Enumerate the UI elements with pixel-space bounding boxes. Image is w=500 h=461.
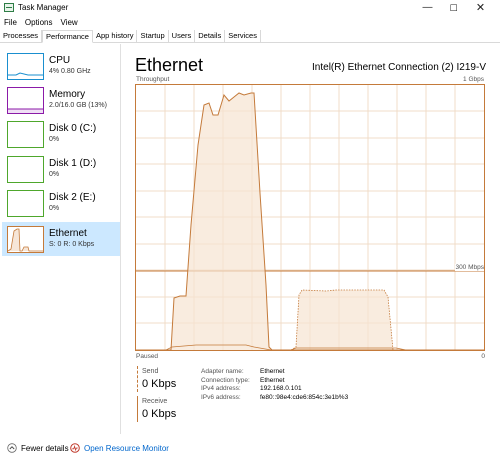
- sidebar-item-label: CPU: [49, 55, 71, 66]
- sidebar-item-detail: 4% 0.80 GHz: [49, 68, 91, 75]
- detail-value: fe80::98e4:cde6:854c:3e1b%3: [260, 393, 349, 401]
- zero-label: 0: [481, 353, 485, 360]
- adapter-model: Intel(R) Ethernet Connection (2) I219-V: [312, 62, 486, 73]
- task-manager-icon: [4, 3, 14, 12]
- tab-details[interactable]: Details: [195, 30, 226, 43]
- menu-bar: File Options View: [0, 17, 82, 29]
- sidebar-item-detail: 0%: [49, 171, 60, 178]
- fewer-details-label: Fewer details: [21, 443, 69, 453]
- tab-performance[interactable]: Performance: [42, 30, 93, 43]
- disk-1-thumbnail-graph: [7, 156, 44, 183]
- sidebar-item-memory[interactable]: Memory 2.0/16.0 GB (13%): [2, 83, 120, 117]
- detail-row: IPv4 address: 192.168.0.101: [201, 385, 348, 394]
- resource-monitor-icon: [70, 443, 80, 453]
- max-scale-label: 1 Gbps: [463, 76, 484, 83]
- sidebar-item-label: Ethernet: [49, 228, 87, 239]
- memory-thumbnail-graph: [7, 87, 44, 114]
- throughput-graph-svg: [136, 85, 484, 351]
- sidebar-item-detail: 0%: [49, 136, 60, 143]
- ethernet-thumbnail-graph: [7, 226, 44, 253]
- sidebar-item-label: Disk 1 (D:): [49, 158, 97, 169]
- sidebar-item-disk-2[interactable]: Disk 2 (E:) 0%: [2, 186, 120, 220]
- detail-label: IPv4 address:: [201, 385, 241, 393]
- sidebar-item-detail: 0%: [49, 205, 60, 212]
- receive-value: 0 Kbps: [142, 408, 177, 420]
- close-button[interactable]: ✕: [469, 0, 492, 17]
- detail-label: IPv6 address:: [201, 393, 241, 401]
- maximize-button[interactable]: ☐: [442, 0, 465, 17]
- receive-label: Receive: [142, 398, 168, 405]
- window-title: Task Manager: [18, 3, 69, 12]
- receive-stat: Receive 0 Kbps: [137, 396, 197, 424]
- menu-view[interactable]: View: [56, 17, 81, 29]
- send-stat: Send 0 Kbps: [137, 366, 197, 394]
- tab-bar: Processes Performance App history Startu…: [0, 30, 500, 43]
- sidebar-item-label: Disk 2 (E:): [49, 192, 96, 203]
- detail-row: Connection type: Ethernet: [201, 377, 348, 386]
- sidebar-item-cpu[interactable]: CPU 4% 0.80 GHz: [2, 49, 120, 83]
- title-bar: Task Manager — ☐ ✕: [0, 0, 500, 17]
- detail-value: Ethernet: [260, 376, 285, 384]
- sidebar-item-disk-1[interactable]: Disk 1 (D:) 0%: [2, 152, 120, 186]
- throughput-axis-label: Throughput: [136, 76, 170, 83]
- detail-row: Adapter name: Ethernet: [201, 368, 348, 377]
- fewer-details-button[interactable]: Fewer details: [7, 443, 69, 453]
- disk-2-thumbnail-graph: [7, 190, 44, 217]
- footer: Fewer details Open Resource Monitor: [0, 440, 500, 461]
- send-value: 0 Kbps: [142, 378, 177, 390]
- disk-0-thumbnail-graph: [7, 121, 44, 148]
- detail-value: 192.168.0.101: [260, 385, 302, 393]
- page-title: Ethernet: [135, 55, 204, 75]
- open-resource-monitor-link[interactable]: Open Resource Monitor: [70, 443, 169, 453]
- tab-app-history[interactable]: App history: [93, 30, 138, 43]
- throughput-graph: [135, 84, 485, 351]
- minimize-button[interactable]: —: [416, 0, 439, 17]
- menu-file[interactable]: File: [0, 17, 21, 29]
- adapter-details: Adapter name: Ethernet Connection type: …: [201, 368, 348, 402]
- open-resource-monitor-label: Open Resource Monitor: [84, 443, 169, 453]
- tab-processes[interactable]: Processes: [0, 30, 43, 43]
- receive-indicator: [137, 396, 138, 422]
- sidebar-item-label: Memory: [49, 89, 86, 100]
- tab-startup[interactable]: Startup: [137, 30, 169, 43]
- resource-sidebar: CPU 4% 0.80 GHz Memory 2.0/16.0 GB (13%)…: [0, 44, 121, 434]
- sidebar-item-disk-0[interactable]: Disk 0 (C:) 0%: [2, 117, 120, 151]
- sidebar-item-detail: S: 0 R: 0 Kbps: [49, 241, 95, 248]
- tab-users[interactable]: Users: [169, 30, 196, 43]
- mid-scale-label: 300 Mbps: [455, 264, 484, 271]
- detail-label: Connection type:: [201, 376, 250, 384]
- detail-value: Ethernet: [260, 368, 285, 375]
- paused-label: Paused: [136, 353, 159, 360]
- send-indicator: [137, 366, 138, 392]
- cpu-thumbnail-graph: [7, 53, 44, 80]
- sidebar-item-ethernet[interactable]: Ethernet S: 0 R: 0 Kbps: [2, 222, 120, 256]
- sidebar-item-label: Disk 0 (C:): [49, 123, 97, 134]
- detail-label: Adapter name:: [201, 368, 244, 375]
- sidebar-item-detail: 2.0/16.0 GB (13%): [49, 102, 107, 109]
- detail-row: IPv6 address: fe80::98e4:cde6:854c:3e1b%…: [201, 394, 348, 403]
- tab-services[interactable]: Services: [225, 30, 261, 43]
- send-label: Send: [142, 368, 159, 375]
- menu-options[interactable]: Options: [21, 17, 57, 29]
- chevron-up-icon: [7, 443, 17, 453]
